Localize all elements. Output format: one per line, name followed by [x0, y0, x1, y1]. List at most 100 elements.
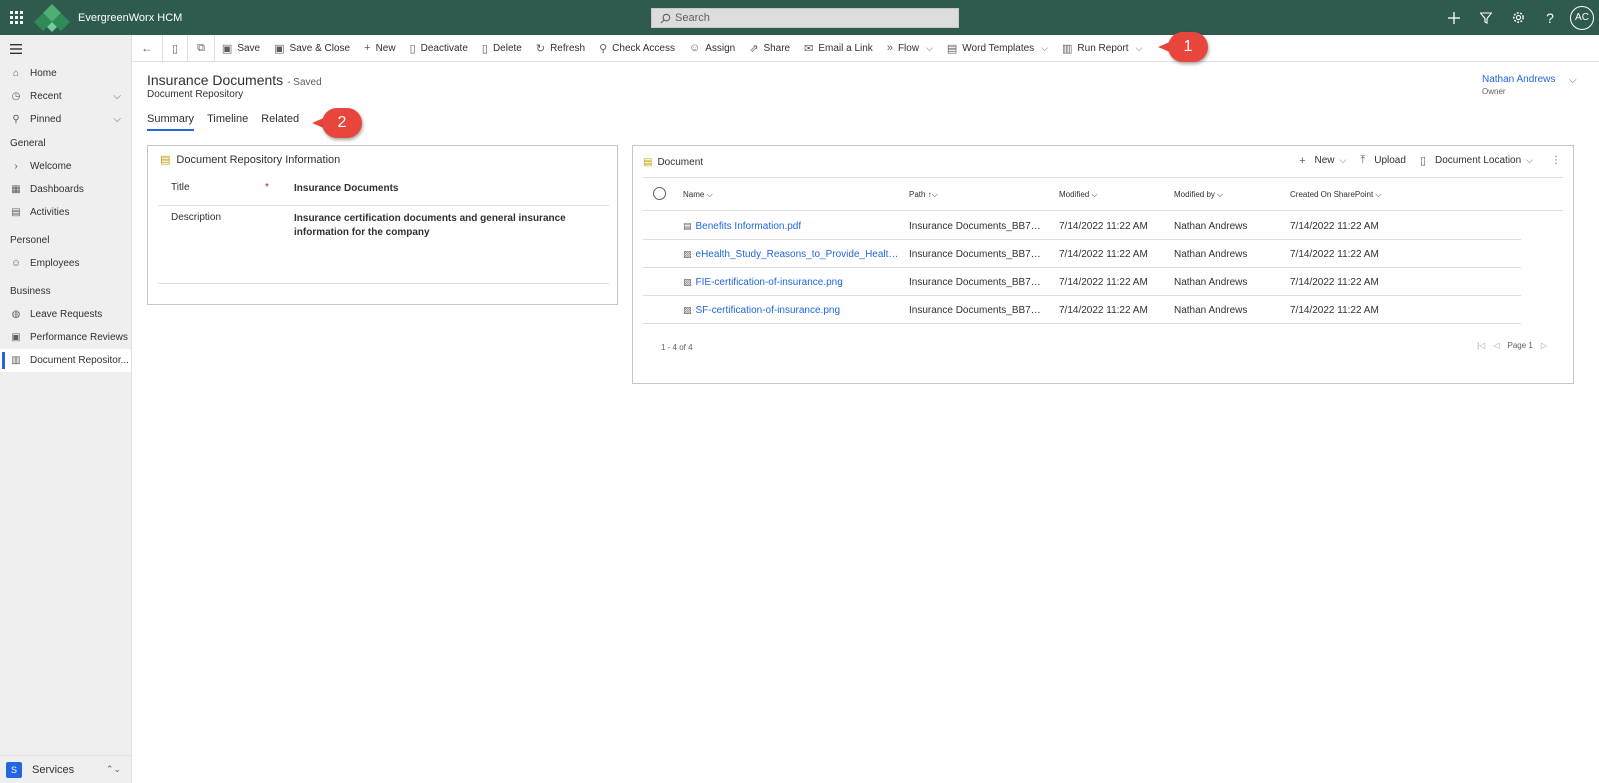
- record-set-button[interactable]: ▯: [163, 35, 187, 62]
- nav-section-business: Business: [10, 285, 51, 297]
- callout-number: 1: [1168, 32, 1208, 62]
- flow-button[interactable]: » Flow ⌵: [880, 35, 940, 62]
- chevron-down-icon[interactable]: ⌵: [113, 114, 121, 125]
- tab-related[interactable]: Related: [261, 113, 299, 131]
- nav-item-leave-requests[interactable]: ◍ Leave Requests: [0, 303, 131, 326]
- upload-button[interactable]: ⤒ Upload: [1360, 154, 1406, 167]
- path-cell: Insurance Documents_BB7312...: [909, 277, 1044, 288]
- app-name[interactable]: EvergreenWorx HCM: [78, 12, 182, 24]
- file-name-link[interactable]: SF-certification-of-insurance.png: [696, 305, 841, 316]
- filter-icon[interactable]: [1470, 0, 1502, 35]
- file-name-link[interactable]: Benefits Information.pdf: [696, 221, 802, 232]
- select-all-checkbox[interactable]: [653, 187, 666, 200]
- previous-page-icon[interactable]: ◁: [1493, 341, 1499, 350]
- flow-label: Flow: [897, 42, 920, 54]
- title-field-input[interactable]: Insurance Documents: [294, 182, 604, 196]
- global-search-input[interactable]: Search: [651, 8, 959, 28]
- flow-icon: »: [886, 42, 893, 54]
- path-cell: Insurance Documents_BB7312...: [909, 221, 1044, 232]
- record-entity-name: Document Repository: [147, 89, 244, 100]
- person-icon: ☺: [688, 42, 701, 54]
- open-new-window-button[interactable]: ⧉: [188, 35, 214, 62]
- hamburger-icon: [10, 43, 22, 54]
- share-button[interactable]: ⇗ Share: [742, 35, 797, 62]
- document-location-button[interactable]: ▯ Document Location ⌵: [1420, 154, 1533, 167]
- word-templates-button[interactable]: ▤ Word Templates ⌵: [940, 35, 1055, 62]
- area-label: Services: [32, 763, 75, 776]
- new-label: New: [375, 42, 396, 54]
- file-name-link[interactable]: eHealth_Study_Reasons_to_Provide_Health_…: [696, 249, 901, 260]
- upload-icon: ⤒: [1360, 154, 1366, 166]
- column-header-name[interactable]: Name ⌵: [683, 190, 713, 200]
- assign-button[interactable]: ☺ Assign: [682, 35, 742, 62]
- area-switcher[interactable]: S Services ⌃⌄: [0, 755, 131, 783]
- more-commands-button[interactable]: ⋮: [1551, 155, 1561, 166]
- nav-item-document-repository[interactable]: ▥ Document Repositor...: [0, 349, 131, 372]
- subgrid-title: Document: [657, 157, 704, 168]
- email-icon: ✉: [804, 42, 814, 55]
- nav-item-label: Dashboards: [30, 184, 84, 195]
- plus-icon[interactable]: [1438, 0, 1470, 35]
- deactivate-button[interactable]: ▯ Deactivate: [403, 35, 475, 62]
- app-launcher-button[interactable]: [0, 0, 32, 35]
- nav-item-dashboards[interactable]: ▦ Dashboards: [0, 178, 131, 201]
- table-row[interactable]: ▨ eHealth_Study_Reasons_to_Provide_Health…: [643, 240, 1521, 268]
- save-status: - Saved: [287, 77, 322, 88]
- chevron-down-icon[interactable]: ⌵: [113, 91, 121, 102]
- back-button[interactable]: ←: [132, 35, 162, 62]
- form-section-icon: ▤: [160, 154, 171, 166]
- nav-item-welcome[interactable]: › Welcome: [0, 155, 131, 178]
- run-report-button[interactable]: ▥ Run Report ⌵: [1055, 35, 1149, 62]
- description-field-row: Description Insurance certification docu…: [158, 212, 609, 252]
- delete-button[interactable]: ▯ Delete: [475, 35, 529, 62]
- table-row[interactable]: ▨ FIE-certification-of-insurance.png Insu…: [643, 268, 1521, 296]
- chevron-down-icon: ⌵: [1135, 42, 1143, 53]
- table-row[interactable]: ▨ SF-certification-of-insurance.png Insur…: [643, 296, 1521, 324]
- review-icon: ▣: [11, 332, 21, 343]
- nav-section-general: General: [10, 137, 46, 149]
- path-cell: Insurance Documents_BB7312...: [909, 305, 1044, 316]
- hamburger-menu-button[interactable]: [0, 35, 131, 62]
- nav-item-activities[interactable]: ▤ Activities: [0, 201, 131, 224]
- record-count: 1 - 4 of 4: [661, 343, 693, 352]
- nav-item-label: Document Repositor...: [30, 355, 129, 366]
- help-icon[interactable]: ?: [1534, 0, 1566, 35]
- created-cell: 7/14/2022 11:22 AM: [1290, 305, 1379, 316]
- owner-link[interactable]: Nathan Andrews: [1482, 74, 1555, 85]
- page-label: Page 1: [1507, 341, 1533, 350]
- column-header-modified-by[interactable]: Modified by ⌵: [1174, 190, 1223, 200]
- modified-by-cell: Nathan Andrews: [1174, 277, 1248, 288]
- header-expand-chevron-icon[interactable]: ⌵: [1569, 75, 1577, 86]
- area-badge: S: [6, 761, 22, 778]
- column-header-path[interactable]: Path ↑⌵: [909, 190, 938, 200]
- nav-item-recent[interactable]: ◷ Recent ⌵: [0, 85, 131, 108]
- nav-item-employees[interactable]: ☺ Employees: [0, 252, 131, 275]
- column-header-created-on-sharepoint[interactable]: Created On SharePoint ⌵: [1290, 190, 1381, 200]
- table-row[interactable]: ▤ Benefits Information.pdf Insurance Docu…: [643, 212, 1521, 240]
- nav-item-label: Home: [30, 68, 57, 79]
- nav-item-pinned[interactable]: ⚲ Pinned ⌵: [0, 108, 131, 131]
- tab-timeline[interactable]: Timeline: [207, 113, 248, 131]
- gear-icon[interactable]: [1502, 0, 1534, 35]
- description-field-input[interactable]: Insurance certification documents and ge…: [294, 212, 604, 240]
- first-page-icon[interactable]: |◁: [1477, 341, 1485, 350]
- save-close-button[interactable]: ▣ Save & Close: [267, 35, 357, 62]
- save-button[interactable]: ▣ Save: [215, 35, 267, 62]
- next-page-icon[interactable]: ▷: [1541, 341, 1547, 350]
- nav-item-performance-reviews[interactable]: ▣ Performance Reviews: [0, 326, 131, 349]
- refresh-button[interactable]: ↻ Refresh: [529, 35, 592, 62]
- file-name-link[interactable]: FIE-certification-of-insurance.png: [696, 277, 843, 288]
- email-link-button[interactable]: ✉ Email a Link: [797, 35, 880, 62]
- column-header-modified[interactable]: Modified ⌵: [1059, 190, 1098, 200]
- tab-summary[interactable]: Summary: [147, 113, 195, 131]
- title-field-label: Title: [171, 182, 190, 193]
- sitemap-sidebar: ⌂ Home ◷ Recent ⌵ ⚲ Pinned ⌵ General › W…: [0, 35, 132, 783]
- key-icon: ⚲: [599, 42, 608, 55]
- new-button[interactable]: + New: [357, 35, 402, 62]
- check-access-button[interactable]: ⚲ Check Access: [592, 35, 682, 62]
- created-cell: 7/14/2022 11:22 AM: [1290, 249, 1379, 260]
- new-document-button[interactable]: + New ⌵: [1299, 155, 1346, 167]
- nav-item-home[interactable]: ⌂ Home: [0, 62, 131, 85]
- user-avatar[interactable]: AC: [1570, 5, 1594, 30]
- modified-cell: 7/14/2022 11:22 AM: [1059, 221, 1148, 232]
